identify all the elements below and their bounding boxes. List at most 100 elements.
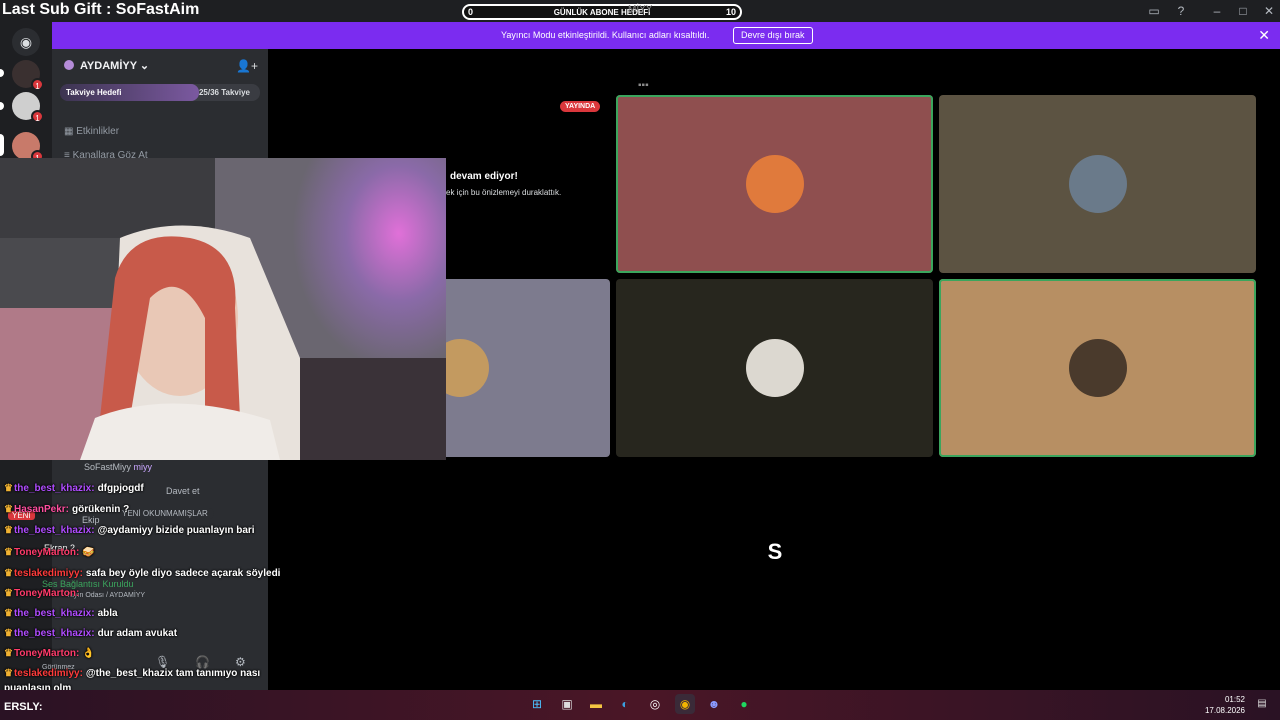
boost-goal-label: Takviye Hedefi xyxy=(66,88,122,97)
chat-message: ♛HasanPekr: görükenin ? xyxy=(4,504,129,515)
events-label: Etkinlikler xyxy=(76,126,120,137)
chat-user: teslakedimiyy: xyxy=(13,668,83,679)
chat-user: ToneyMarton: xyxy=(13,547,80,558)
chat-user: HasanPekr: xyxy=(13,504,69,515)
chat-user: the_best_khazix: xyxy=(13,525,95,536)
streamer-tag: miyy xyxy=(133,462,153,472)
participant-tile[interactable] xyxy=(939,279,1256,457)
live-badge: YAYINDA xyxy=(560,101,601,112)
goal-label: GÜNLÜK ABONE HEDEFİ xyxy=(553,8,651,17)
chat-user: the_best_khazix: xyxy=(13,483,95,494)
task-view-icon[interactable]: ▣ xyxy=(557,694,577,714)
settings-gear-icon[interactable]: ⚙ xyxy=(235,655,246,669)
invite-button[interactable]: Davet et xyxy=(166,486,200,496)
chat-text: safa bey öyle diyo sadece açarak söyledi xyxy=(85,568,281,579)
chat-message: ♛ToneyMarton: xyxy=(4,588,82,599)
participant-tile[interactable] xyxy=(431,279,610,457)
obs-icon[interactable]: ◎ xyxy=(645,694,665,714)
chat-text: 🥪 xyxy=(82,547,95,558)
new-unreads-pill[interactable]: YENİ OKUNMAMIŞLAR xyxy=(116,508,214,519)
inbox-icon[interactable]: ▭ xyxy=(1145,3,1163,19)
participant-tile[interactable] xyxy=(616,95,933,273)
stream-paused-subtitle: ek için bu önizlemeyi duraklattık. xyxy=(446,188,562,197)
streamer-name: SoFastMiyy xyxy=(84,462,132,472)
spotify-icon[interactable]: ● xyxy=(734,694,754,714)
chat-text: 👌 xyxy=(82,648,95,659)
server-name-header[interactable]: AYDAMİYY ⌄ xyxy=(64,59,149,72)
boost-goal-bar[interactable]: Takviye Hedefi 25/36 Takviye xyxy=(60,84,260,101)
server-icon-1[interactable]: 1 xyxy=(12,60,44,91)
unread-pill xyxy=(0,102,4,110)
crown-icon: ♛ xyxy=(4,628,13,639)
crown-icon: ♛ xyxy=(4,648,13,659)
chat-message: ♛teslakedimiyy: @the_best_khazix tam tanı… xyxy=(4,668,260,679)
close-window-icon[interactable]: ✕ xyxy=(1260,3,1278,19)
chrome-icon[interactable]: ◉ xyxy=(675,694,695,714)
discord-home-icon[interactable]: ◉ xyxy=(12,28,40,56)
participant-tile[interactable] xyxy=(939,95,1256,273)
chevron-down-icon: ⌄ xyxy=(139,60,150,72)
server-icon-2[interactable]: 1 xyxy=(12,92,44,123)
help-icon[interactable]: ? xyxy=(1172,3,1190,19)
window-title-ghost: MİYY xyxy=(628,4,653,15)
chat-user: ToneyMarton: xyxy=(13,648,80,659)
chat-user: the_best_khazix: xyxy=(13,608,95,619)
chat-user: the_best_khazix: xyxy=(13,628,95,639)
crown-icon: ♛ xyxy=(4,525,13,536)
windows-icon[interactable]: ⊞ xyxy=(527,694,547,714)
avatar xyxy=(745,155,804,213)
mention-badge: 1 xyxy=(31,110,44,123)
last-sub-gift-label: Last Sub Gift : SoFastAim xyxy=(2,1,200,18)
stream-paused-title: devam ediyor! xyxy=(450,171,518,182)
avatar xyxy=(745,339,804,397)
crown-icon: ♛ xyxy=(4,547,13,558)
chat-user: ToneyMarton: xyxy=(13,588,80,599)
participant-tile[interactable] xyxy=(616,279,933,457)
chat-message: ♛ToneyMarton: 🥪 xyxy=(4,547,95,558)
crown-icon: ♛ xyxy=(4,483,13,494)
microphone-icon[interactable]: 🎙 xyxy=(155,655,170,669)
boost-goal-count: 25/36 Takviye xyxy=(198,88,250,97)
notification-icon[interactable]: ▤ xyxy=(1252,694,1272,714)
crown-icon: ♛ xyxy=(4,588,13,599)
crown-icon: ♛ xyxy=(4,504,13,515)
calendar-icon: ▦ xyxy=(64,126,74,137)
chat-message: ♛the_best_khazix: abla xyxy=(4,608,118,619)
selected-pill xyxy=(0,134,4,156)
events-item[interactable]: ▦ Etkinlikler xyxy=(64,126,119,137)
add-member-icon[interactable]: 👤+ xyxy=(236,59,258,73)
taskbar: ERSLY: ⊞ ▣ ▬ ◐ ◎ ◉ ☻ ● 01:52 17.08.2026 … xyxy=(0,690,1280,720)
disable-streamer-mode-button[interactable]: Devre dışı bırak xyxy=(733,27,813,44)
chat-text: dur adam avukat xyxy=(97,628,178,639)
webcam-image xyxy=(0,158,446,460)
team-channel[interactable]: Ekip xyxy=(82,515,100,525)
chat-text: @the_best_khazix tam tanımıyo nası xyxy=(85,668,261,679)
clock-date: 17.08.2026 xyxy=(1204,706,1245,715)
channel-logo-icon: S xyxy=(767,539,783,564)
chat-message: ♛the_best_khazix: dur adam avukat xyxy=(4,628,177,639)
discord-icon[interactable]: ☻ xyxy=(704,694,724,714)
avatar xyxy=(1068,339,1127,397)
streamer-mode-banner: Yayıncı Modu etkinleştirildi. Kullanıcı … xyxy=(52,22,1280,49)
chat-text: görükenin ? xyxy=(72,504,130,515)
close-icon[interactable]: ✕ xyxy=(1258,27,1270,44)
goal-end: 10 xyxy=(725,7,736,17)
unread-pill xyxy=(0,69,4,77)
maximize-icon[interactable]: □ xyxy=(1234,3,1252,19)
crown-icon: ♛ xyxy=(4,608,13,619)
clock-time: 01:52 xyxy=(1224,695,1245,704)
edge-icon[interactable]: ◐ xyxy=(615,694,635,714)
chat-text: dfgpjogdf xyxy=(97,483,144,494)
minimize-icon[interactable]: – xyxy=(1208,3,1226,19)
headphones-icon[interactable]: 🎧 xyxy=(195,655,210,669)
webcam-overlay xyxy=(0,158,446,460)
chat-text: abla xyxy=(97,608,118,619)
chat-message: ♛ToneyMarton: 👌 xyxy=(4,648,95,659)
server-icon-aydamiyy[interactable]: 1 xyxy=(12,132,44,163)
sub-goal-bar: 0 GÜNLÜK ABONE HEDEFİ 10 xyxy=(462,4,742,20)
streamer-mode-text: Yayıncı Modu etkinleştirildi. Kullanıcı … xyxy=(501,30,710,40)
streamer-row[interactable]: SoFastMiyy miyy xyxy=(84,462,152,472)
system-clock[interactable]: 01:52 17.08.2026 xyxy=(1205,694,1245,716)
chat-message: ♛the_best_khazix: @aydamiyy bizide puanla… xyxy=(4,525,255,536)
file-explorer-icon[interactable]: ▬ xyxy=(586,694,606,714)
